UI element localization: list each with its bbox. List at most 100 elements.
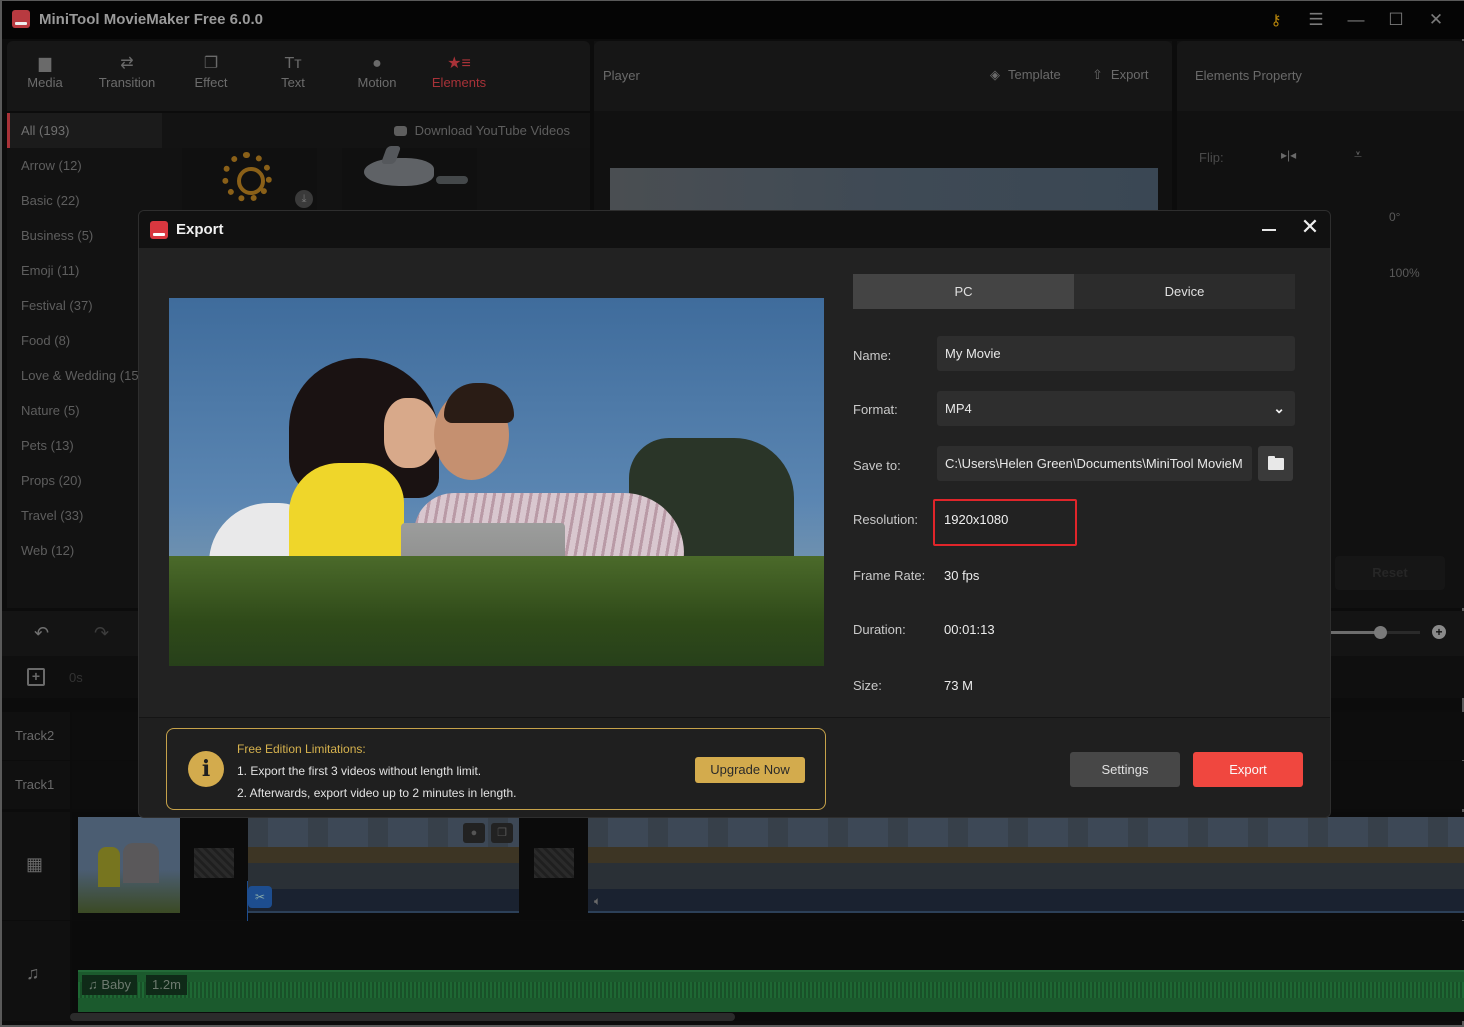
effect-overlay-icon[interactable]: ❐: [491, 823, 513, 843]
track-label: Track2: [2, 712, 70, 760]
menu-icon[interactable]: ☰: [1296, 7, 1336, 33]
export-preview-image: [169, 298, 824, 666]
name-input[interactable]: My Movie: [937, 336, 1295, 371]
tool-transition[interactable]: ⇄ Transition: [92, 53, 162, 90]
star-list-icon: ★≡: [447, 55, 471, 72]
video-clip-photo[interactable]: [78, 817, 180, 913]
settings-button[interactable]: Settings: [1070, 752, 1180, 787]
timeline-zoom-slider[interactable]: [1330, 626, 1420, 639]
export-button[interactable]: Export: [1193, 752, 1303, 787]
resolution-value: 1920x1080: [944, 512, 1009, 527]
scissors-icon[interactable]: ✂: [248, 886, 272, 908]
player-header: Player ◈ Template ⇧ Export: [594, 41, 1172, 111]
tab-pc[interactable]: PC: [853, 274, 1074, 309]
notice-title: Free Edition Limitations:: [237, 742, 366, 756]
video-clip-city[interactable]: ● ❐: [248, 817, 519, 913]
app-window: MiniTool MovieMaker Free 6.0.0 ⚷ ☰ — ☐ ✕…: [0, 0, 1464, 1027]
key-icon[interactable]: ⚷: [1256, 7, 1296, 33]
maximize-icon[interactable]: ☐: [1376, 7, 1416, 33]
app-logo-icon: [12, 10, 30, 28]
window-controls: ⚷ ☰ — ☐ ✕: [1256, 7, 1456, 33]
airplane-element-icon: [364, 158, 468, 186]
audio-name: Baby: [101, 977, 132, 992]
flip-horizontal-icon[interactable]: ▸|◂: [1281, 148, 1296, 162]
app-logo-icon: [150, 221, 168, 239]
download-icon[interactable]: ⤓: [295, 190, 313, 208]
template-label: Template: [1008, 67, 1061, 82]
tool-label: Transition: [98, 75, 156, 90]
save-to-label: Save to:: [853, 458, 901, 473]
audio-clip[interactable]: ♫ Baby 1.2m: [78, 970, 1464, 1012]
export-dialog-title: Export: [176, 221, 224, 238]
export-dialog-footer: i Free Edition Limitations: 1. Export th…: [139, 717, 1330, 817]
upgrade-now-button[interactable]: Upgrade Now: [695, 757, 805, 783]
photo-detail: [169, 556, 824, 666]
template-button[interactable]: ◈ Template: [990, 67, 1061, 83]
zoom-in-icon[interactable]: +: [1432, 625, 1446, 639]
tool-label: Effect: [194, 75, 228, 90]
motion-circles-icon: ●: [372, 55, 382, 72]
export-dialog: Export ✕ PC Device Name: My Movie Format…: [138, 210, 1331, 818]
tool-media[interactable]: ▆ Media: [10, 53, 80, 90]
category-item[interactable]: Arrow (12): [7, 148, 162, 183]
music-note-icon: ♫: [88, 977, 102, 992]
minimize-icon[interactable]: —: [1336, 7, 1376, 33]
tab-device[interactable]: Device: [1074, 274, 1295, 309]
tool-elements[interactable]: ★≡ Elements: [424, 53, 494, 90]
add-track-icon[interactable]: +: [27, 668, 45, 686]
photo-detail: [384, 398, 439, 468]
notice-line-1: 1. Export the first 3 videos without len…: [237, 764, 482, 778]
close-icon[interactable]: ✕: [1299, 216, 1321, 238]
reset-button[interactable]: Reset: [1335, 556, 1445, 590]
resolution-label: Resolution:: [853, 512, 919, 527]
video-clip-city[interactable]: 🔈︎: [588, 817, 1464, 913]
export-label: Export: [1110, 67, 1149, 82]
flip-label: Flip:: [1199, 150, 1224, 165]
library-header: Download YouTube Videos: [162, 113, 590, 148]
volume-icon[interactable]: 🔈︎: [594, 894, 601, 909]
element-thumbnail-airplane[interactable]: [342, 148, 477, 210]
save-path-input[interactable]: C:\Users\Helen Green\Documents\MiniTool …: [937, 446, 1252, 481]
size-value: 73 M: [944, 678, 973, 693]
zoom-slider-knob[interactable]: [1373, 626, 1387, 639]
element-thumbnail-sun[interactable]: ⤓: [182, 148, 317, 210]
clip-frames: [588, 817, 1464, 889]
tool-label: Elements: [431, 75, 487, 90]
tool-text[interactable]: Tт Text: [258, 53, 328, 90]
category-item[interactable]: All (193): [7, 113, 162, 148]
layers-icon: ◈: [990, 67, 1000, 82]
notice-line-2: 2. Afterwards, export video up to 2 minu…: [237, 786, 517, 800]
export-dialog-header: Export ✕: [139, 211, 1330, 248]
undo-icon[interactable]: ↶: [34, 623, 49, 644]
layers-square-icon: ❐: [203, 55, 219, 72]
transition-slot[interactable]: [534, 848, 574, 878]
format-select[interactable]: MP4 ⌄: [937, 391, 1295, 426]
download-youtube-label: Download YouTube Videos: [414, 123, 570, 138]
tool-label: Motion: [357, 75, 397, 90]
zoom-slider-fill: [1330, 631, 1380, 634]
browse-folder-button[interactable]: [1258, 446, 1293, 481]
audio-waveform: [78, 982, 1464, 998]
size-label: Size:: [853, 678, 882, 693]
minimize-icon[interactable]: [1259, 218, 1279, 238]
swap-arrows-icon: ⇄: [120, 55, 134, 72]
clip-audio-bar: [588, 889, 1464, 913]
player-export-button[interactable]: ⇧ Export: [1092, 67, 1148, 83]
name-label: Name:: [853, 348, 892, 363]
timeline-horizontal-scrollbar[interactable]: [70, 1013, 735, 1021]
format-label: Format:: [853, 402, 898, 417]
motion-overlay-icon[interactable]: ●: [463, 823, 485, 843]
main-toolbar: ▆ Media ⇄ Transition ❐ Effect Tт Text ● …: [7, 41, 590, 111]
text-size-icon: Tт: [284, 55, 302, 72]
redo-icon[interactable]: ↷: [94, 623, 109, 644]
download-youtube-link[interactable]: Download YouTube Videos: [393, 123, 570, 138]
chevron-down-icon: ⌄: [1273, 400, 1285, 416]
app-title: MiniTool MovieMaker Free 6.0.0: [39, 11, 263, 28]
tool-motion[interactable]: ● Motion: [342, 53, 412, 90]
transition-slot[interactable]: [194, 848, 234, 878]
flip-vertical-icon[interactable]: ⩡: [1354, 146, 1362, 163]
close-icon[interactable]: ✕: [1416, 7, 1456, 33]
player-preview: [610, 168, 1158, 213]
audio-track-label: ♫: [2, 921, 70, 1021]
tool-effect[interactable]: ❐ Effect: [176, 53, 246, 90]
